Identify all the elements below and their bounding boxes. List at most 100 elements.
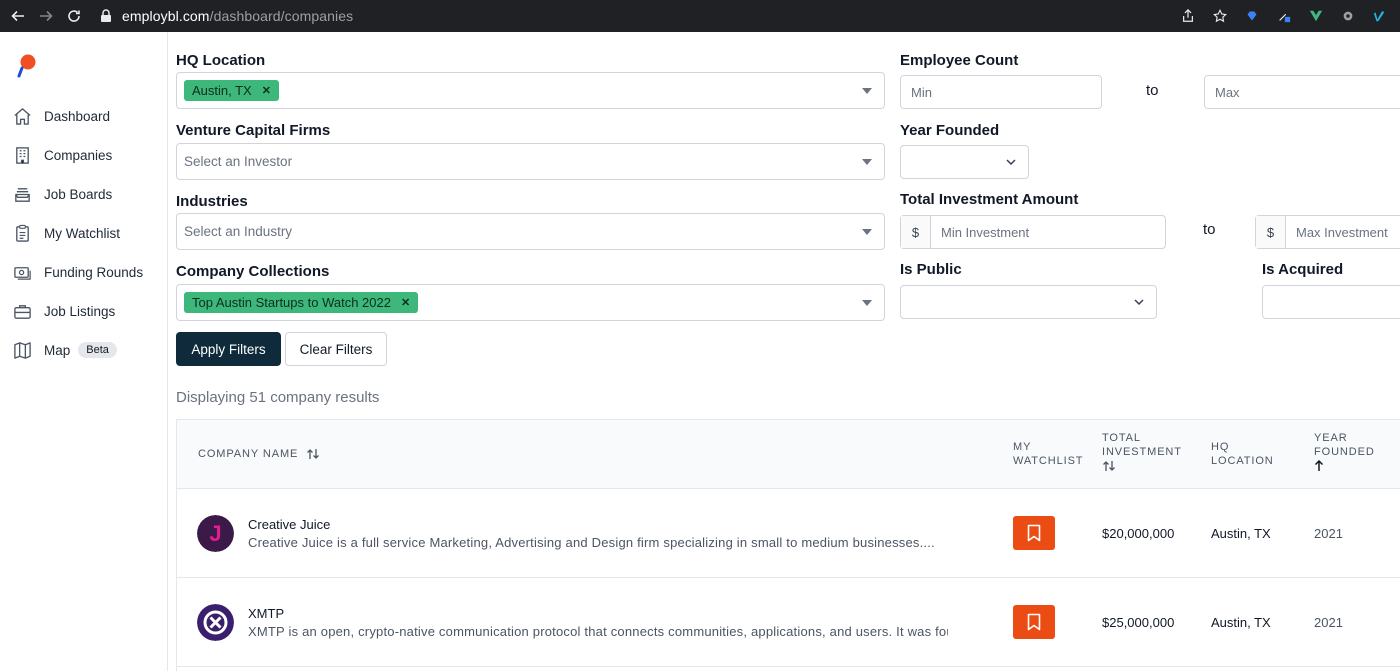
- browser-extensions: [1180, 4, 1388, 28]
- employee-min-input[interactable]: Min: [900, 75, 1102, 109]
- remove-tag-icon[interactable]: ✕: [262, 84, 271, 97]
- browser-toolbar: employbl.com/dashboard/companies: [0, 0, 1400, 32]
- currency-prefix: $: [901, 216, 931, 248]
- sidebar-item-my-watchlist[interactable]: My Watchlist: [12, 221, 120, 245]
- sidebar-item-label: Funding Rounds: [44, 264, 144, 280]
- vimeo-extension-icon[interactable]: [1372, 8, 1388, 24]
- is-public-select[interactable]: [900, 285, 1157, 319]
- sidebar-item-job-listings[interactable]: Job Listings: [12, 299, 115, 323]
- th-hq-location: HQ Location: [1211, 440, 1274, 468]
- bookmark-icon: [1027, 524, 1041, 542]
- th-label: Investment: [1102, 446, 1182, 458]
- caret-down-icon: [862, 229, 872, 235]
- eyedropper-extension-icon[interactable]: [1276, 8, 1292, 24]
- hq-location-label: HQ Location: [176, 52, 266, 69]
- sidebar-item-map[interactable]: Map Beta: [12, 338, 117, 362]
- employee-max-input[interactable]: Max: [1204, 75, 1400, 109]
- url-text: employbl.com/dashboard/companies: [122, 8, 353, 24]
- chevron-down-icon: [1134, 299, 1144, 306]
- investment-min-group[interactable]: $ Min Investment: [900, 215, 1166, 249]
- star-icon[interactable]: [1212, 8, 1228, 24]
- building-icon: [12, 145, 32, 165]
- investment-min-input[interactable]: Min Investment: [931, 216, 1165, 248]
- sidebar-item-label: Job Boards: [44, 186, 113, 202]
- vue-extension-icon[interactable]: [1308, 8, 1324, 24]
- collections-label: Company Collections: [176, 263, 330, 280]
- investment-max-input[interactable]: Max Investment: [1286, 216, 1400, 248]
- th-label: Location: [1211, 455, 1274, 467]
- company-logo[interactable]: [197, 604, 234, 641]
- company-name[interactable]: XMTP: [248, 606, 284, 621]
- caret-down-icon: [862, 159, 872, 165]
- sort-ascending-icon: [1314, 460, 1324, 472]
- hq-location: Austin, TX: [1211, 526, 1271, 541]
- apply-filters-button[interactable]: Apply Filters: [176, 332, 281, 366]
- th-year-founded[interactable]: Year Founded: [1314, 431, 1375, 473]
- company-description: Creative Juice is a full service Marketi…: [248, 535, 935, 550]
- home-icon: [12, 106, 32, 126]
- hq-location: Austin, TX: [1211, 615, 1271, 630]
- vc-firms-placeholder: Select an Investor: [184, 154, 293, 169]
- caret-down-icon: [862, 300, 872, 306]
- th-label: Founded: [1314, 446, 1375, 458]
- th-label: Company Name: [198, 448, 299, 460]
- is-acquired-select[interactable]: [1262, 285, 1400, 319]
- address-bar[interactable]: employbl.com/dashboard/companies: [100, 3, 353, 29]
- year-founded: 2021: [1314, 615, 1343, 630]
- table-row[interactable]: XMTP XMTP is an open, crypto-native comm…: [177, 578, 1400, 667]
- bookmark-icon: [1027, 613, 1041, 631]
- sidebar: Dashboard Companies Job Boards My Watchl…: [0, 32, 168, 671]
- sidebar-item-companies[interactable]: Companies: [12, 143, 112, 167]
- sort-icon: [1103, 461, 1115, 472]
- sort-icon: [307, 449, 320, 460]
- logo-letter: J: [209, 521, 221, 546]
- industries-label: Industries: [176, 193, 248, 210]
- vc-firms-select[interactable]: Select an Investor: [176, 143, 885, 180]
- th-label: Year: [1314, 432, 1348, 444]
- th-label: My: [1013, 441, 1032, 453]
- th-label: HQ: [1211, 441, 1230, 453]
- url-domain: employbl.com: [122, 8, 210, 24]
- collections-select[interactable]: Top Austin Startups to Watch 2022 ✕: [176, 284, 885, 321]
- tag-label: Austin, TX: [192, 83, 252, 98]
- industries-select[interactable]: Select an Industry: [176, 213, 885, 250]
- total-investment: $20,000,000: [1102, 526, 1175, 541]
- th-watchlist: My Watchlist: [1013, 440, 1083, 468]
- remove-tag-icon[interactable]: ✕: [401, 296, 410, 309]
- th-total-investment[interactable]: Total Investment: [1102, 431, 1182, 473]
- to-label: to: [1203, 221, 1216, 238]
- sidebar-item-funding-rounds[interactable]: Funding Rounds: [12, 260, 143, 284]
- diamond-extension-icon[interactable]: [1244, 8, 1260, 24]
- sidebar-item-label: Job Listings: [44, 303, 116, 319]
- share-icon[interactable]: [1180, 8, 1196, 24]
- briefcase-icon: [12, 301, 32, 321]
- investment-max-group[interactable]: $ Max Investment: [1255, 215, 1400, 249]
- tag-label: Top Austin Startups to Watch 2022: [192, 295, 391, 310]
- table-row[interactable]: J Creative Juice Creative Juice is a ful…: [177, 489, 1400, 578]
- industries-placeholder: Select an Industry: [184, 224, 293, 239]
- results-count: Displaying 51 company results: [176, 389, 380, 406]
- th-company-name[interactable]: Company Name: [198, 447, 320, 461]
- forward-arrow-icon[interactable]: [36, 6, 56, 26]
- company-name[interactable]: Creative Juice: [248, 517, 330, 532]
- th-label: Total: [1102, 432, 1141, 444]
- sidebar-item-label: Companies: [44, 147, 113, 163]
- sidebar-item-label: My Watchlist: [44, 225, 121, 241]
- employbl-logo[interactable]: [14, 52, 38, 78]
- clipboard-icon: [12, 223, 32, 243]
- currency-prefix: $: [1256, 216, 1286, 248]
- sidebar-item-dashboard[interactable]: Dashboard: [12, 104, 110, 128]
- watchlist-button[interactable]: [1013, 605, 1055, 639]
- company-logo[interactable]: J: [197, 515, 234, 552]
- is-acquired-label: Is Acquired: [1262, 261, 1344, 278]
- sidebar-item-job-boards[interactable]: Job Boards: [12, 182, 112, 206]
- clear-filters-button[interactable]: Clear Filters: [285, 332, 387, 366]
- back-arrow-icon[interactable]: [8, 6, 28, 26]
- hq-location-select[interactable]: Austin, TX ✕: [176, 72, 885, 109]
- collection-tag: Top Austin Startups to Watch 2022 ✕: [184, 292, 419, 313]
- companies-table: Company Name My Watchlist Total Investme…: [176, 419, 1400, 671]
- reload-icon[interactable]: [64, 6, 84, 26]
- gear-extension-icon[interactable]: [1340, 8, 1356, 24]
- watchlist-button[interactable]: [1013, 516, 1055, 550]
- year-founded-select[interactable]: [900, 145, 1029, 179]
